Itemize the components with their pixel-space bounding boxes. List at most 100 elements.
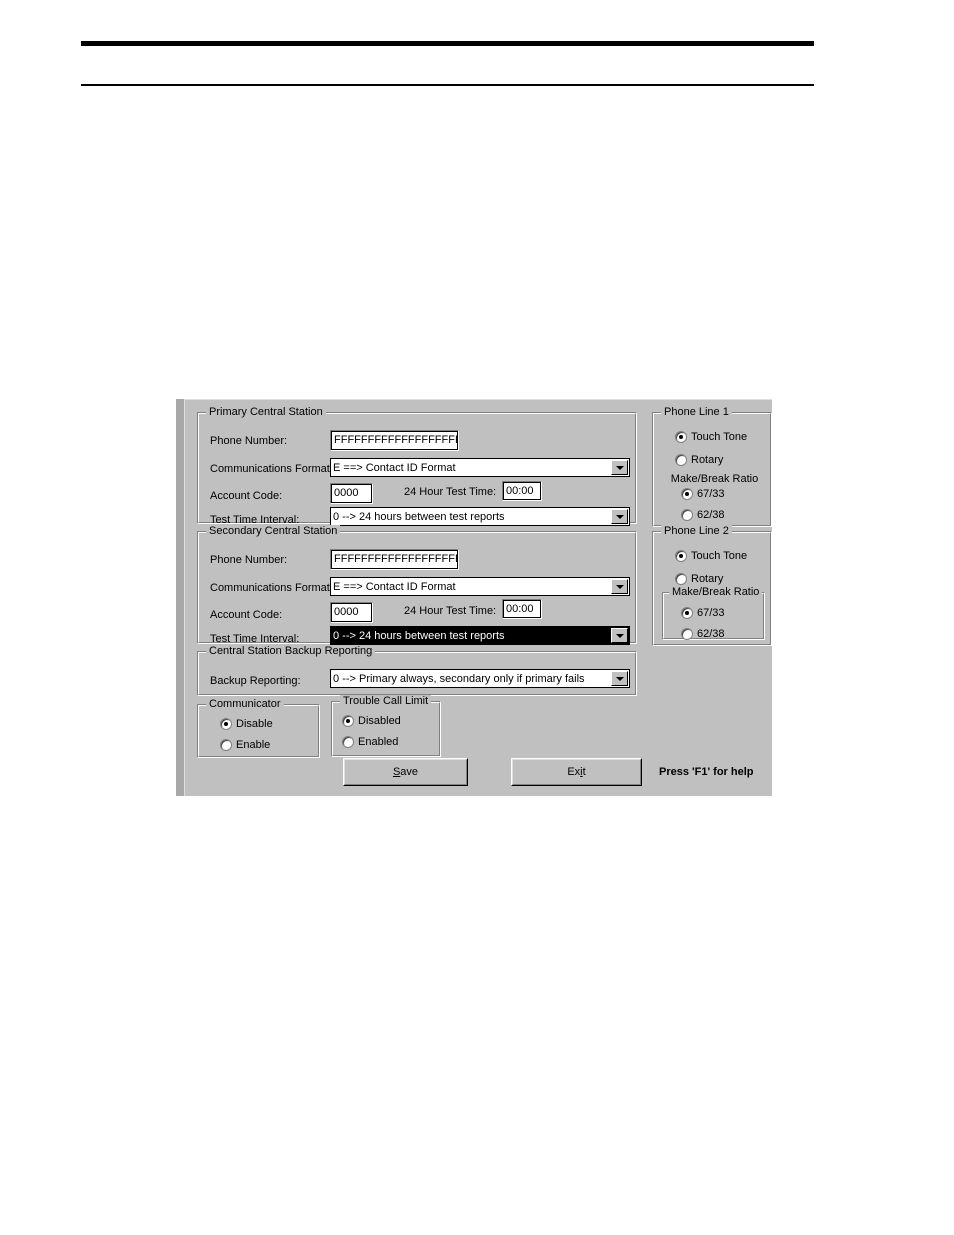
primary-test-interval-combo[interactable]: 0 --> 24 hours between test reports (330, 507, 630, 526)
communicator-disable-radio[interactable]: Disable (220, 718, 273, 731)
primary-24hour-test-time-label: 24 Hour Test Time: (404, 486, 497, 498)
communicator-enable-label: Enable (236, 739, 271, 751)
radio-dot-icon (681, 509, 693, 521)
secondary-24hour-test-time-input[interactable]: 00:00 (502, 599, 542, 619)
communicator-enable-radio[interactable]: Enable (220, 739, 270, 752)
save-label-rest: ave (400, 766, 419, 778)
chevron-down-icon[interactable] (611, 628, 628, 643)
trouble-call-limit-enabled-label: Enabled (358, 736, 399, 748)
dialog-client-area: Primary Central Station Phone Number: FF… (185, 400, 772, 796)
phone-line-1-rotary-radio[interactable]: Rotary (675, 454, 723, 467)
secondary-test-interval-combo[interactable]: 0 --> 24 hours between test reports (330, 626, 630, 645)
phone-line-1-ratio-62-38-radio[interactable]: 62/38 (681, 509, 725, 522)
phone-line-1-ratio-67-33-radio[interactable]: 67/33 (681, 488, 725, 501)
phone-line-2-touch-tone-label: Touch Tone (691, 550, 748, 562)
page-header (0, 0, 954, 110)
secondary-phone-number-input[interactable]: FFFFFFFFFFFFFFFFFFFF (330, 549, 459, 570)
trouble-call-limit-disabled-radio[interactable]: Disabled (342, 715, 401, 728)
group-central-station-backup-reporting: Central Station Backup Reporting Backup … (197, 645, 637, 696)
header-rule-thick (81, 41, 814, 46)
chevron-down-icon[interactable] (611, 671, 628, 686)
radio-dot-icon (675, 454, 687, 466)
primary-24hour-test-time-value: 00:00 (503, 482, 541, 500)
primary-account-code-value: 0000 (331, 484, 372, 503)
radio-dot-icon (220, 718, 232, 730)
radio-dot-icon (675, 431, 687, 443)
primary-comm-format-label: Communications Format: (210, 463, 333, 475)
primary-24hour-test-time-input[interactable]: 00:00 (502, 481, 542, 501)
radio-dot-icon (681, 488, 693, 500)
phone-line-2-touch-tone-radio[interactable]: Touch Tone (675, 550, 747, 563)
header-rule-thin (81, 84, 814, 86)
radio-dot-icon (342, 736, 354, 748)
phone-line-2-ratio-title: Make/Break Ratio (669, 586, 763, 598)
radio-dot-icon (681, 607, 693, 619)
phone-line-2-ratio-62-38-radio[interactable]: 62/38 (681, 628, 725, 641)
phone-line-1-rotary-label: Rotary (691, 454, 724, 466)
secondary-phone-number-value: FFFFFFFFFFFFFFFFFFFF (331, 550, 458, 569)
radio-dot-icon (675, 573, 687, 585)
radio-dot-icon (681, 628, 693, 640)
group-primary-central-station-title: Primary Central Station (206, 406, 326, 418)
group-secondary-central-station: Secondary Central Station Phone Number: … (197, 525, 637, 645)
radio-dot-icon (342, 715, 354, 727)
chevron-down-icon[interactable] (611, 460, 628, 475)
trouble-call-limit-enabled-radio[interactable]: Enabled (342, 736, 398, 749)
group-trouble-call-limit: Trouble Call Limit Disabled Enabled (331, 695, 441, 757)
primary-comm-format-combo[interactable]: E ==> Contact ID Format (330, 458, 630, 477)
group-backup-reporting-title: Central Station Backup Reporting (206, 645, 376, 657)
group-phone-line-2-title: Phone Line 2 (661, 525, 732, 537)
exit-button-label: Exit (567, 766, 585, 778)
secondary-account-code-value: 0000 (331, 603, 372, 622)
secondary-24hour-test-time-value: 00:00 (503, 600, 541, 618)
communicator-config-dialog: Primary Central Station Phone Number: FF… (176, 399, 772, 796)
exit-button[interactable]: Exit (511, 758, 642, 786)
group-communicator: Communicator Disable Enable (197, 698, 320, 758)
group-trouble-call-limit-title: Trouble Call Limit (340, 695, 432, 707)
group-phone-line-1: Phone Line 1 Touch Tone Rotary Make/Brea… (652, 406, 772, 527)
help-hint-text: Press 'F1' for help (659, 766, 754, 778)
chevron-down-icon[interactable] (611, 579, 628, 594)
save-button[interactable]: Save (343, 758, 468, 786)
phone-line-2-ratio-67-33-label: 67/33 (697, 607, 725, 619)
secondary-comm-format-combo[interactable]: E ==> Contact ID Format (330, 577, 630, 596)
phone-line-2-ratio-67-33-radio[interactable]: 67/33 (681, 607, 725, 620)
secondary-24hour-test-time-label: 24 Hour Test Time: (404, 605, 497, 617)
backup-reporting-combo[interactable]: 0 --> Primary always, secondary only if … (330, 669, 630, 688)
communicator-disable-label: Disable (236, 718, 273, 730)
save-button-label: Save (393, 766, 418, 778)
group-phone-line-1-title: Phone Line 1 (661, 406, 732, 418)
backup-reporting-value: 0 --> Primary always, secondary only if … (333, 673, 585, 685)
secondary-comm-format-value: E ==> Contact ID Format (333, 581, 456, 593)
group-secondary-central-station-title: Secondary Central Station (206, 525, 341, 537)
primary-test-interval-value: 0 --> 24 hours between test reports (333, 511, 505, 523)
phone-line-1-ratio-title: Make/Break Ratio (670, 473, 759, 485)
group-phone-line-2: Phone Line 2 Touch Tone Rotary Make/Brea… (652, 525, 772, 646)
primary-phone-number-value: FFFFFFFFFFFFFFFFFFFF (331, 431, 458, 450)
chevron-down-icon[interactable] (611, 509, 628, 524)
primary-account-code-input[interactable]: 0000 (330, 483, 373, 504)
primary-phone-number-label: Phone Number: (210, 435, 288, 447)
phone-line-1-ratio-67-33-label: 67/33 (697, 488, 725, 500)
primary-account-code-label: Account Code: (210, 490, 283, 502)
phone-line-2-ratio-62-38-label: 62/38 (697, 628, 725, 640)
secondary-account-code-label: Account Code: (210, 609, 283, 621)
backup-reporting-label: Backup Reporting: (210, 675, 301, 687)
phone-line-2-rotary-label: Rotary (691, 573, 724, 585)
radio-dot-icon (675, 550, 687, 562)
trouble-call-limit-disabled-label: Disabled (358, 715, 401, 727)
dialog-client-frame: Primary Central Station Phone Number: FF… (184, 399, 772, 796)
secondary-comm-format-label: Communications Format: (210, 582, 333, 594)
primary-comm-format-value: E ==> Contact ID Format (333, 462, 456, 474)
primary-phone-number-input[interactable]: FFFFFFFFFFFFFFFFFFFF (330, 430, 459, 451)
secondary-phone-number-label: Phone Number: (210, 554, 288, 566)
phone-line-2-rotary-radio[interactable]: Rotary (675, 573, 723, 586)
exit-label-tail: t (582, 766, 586, 778)
group-primary-central-station: Primary Central Station Phone Number: FF… (197, 406, 637, 526)
secondary-account-code-input[interactable]: 0000 (330, 602, 373, 623)
window-frame-shadow (176, 399, 184, 796)
phone-line-1-ratio-62-38-label: 62/38 (697, 509, 725, 521)
exit-label-head: Ex (567, 766, 581, 778)
radio-dot-icon (220, 739, 232, 751)
phone-line-1-touch-tone-radio[interactable]: Touch Tone (675, 431, 747, 444)
